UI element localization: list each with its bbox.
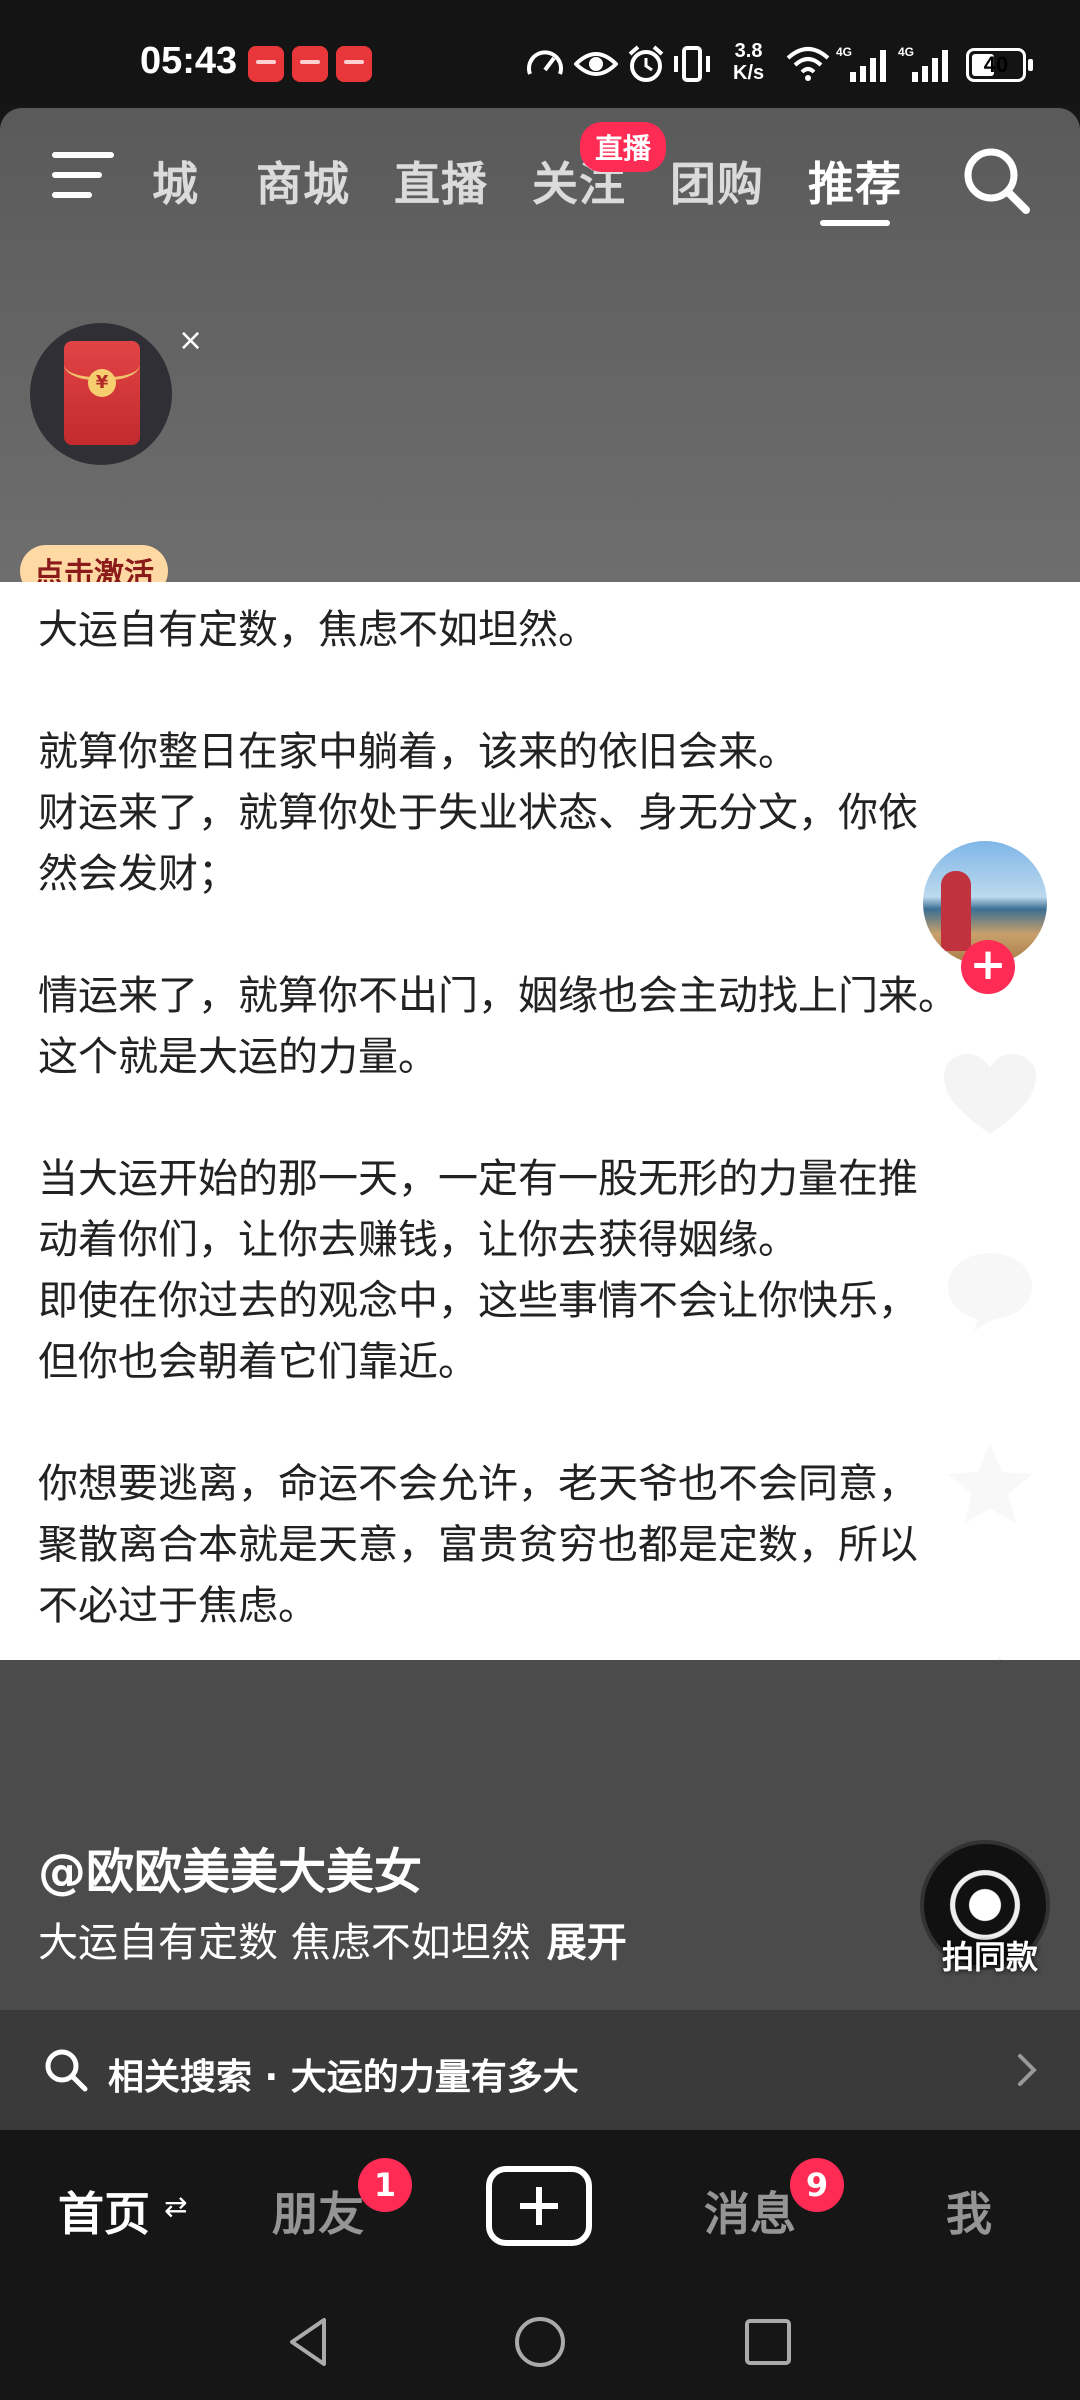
network-speed-unit: K/s [733,62,765,84]
eye-icon [574,52,618,76]
video-info-area: @欧欧美美大美女 大运自有定数 焦虑不如坦然 展开 拍同款 [0,1660,1080,2010]
like-heart-icon[interactable] [940,1050,1040,1140]
recents-icon[interactable] [738,2312,798,2372]
post-text-line [38,661,1068,722]
post-text-line: 情运来了，就算你不出门，姻缘也会主动找上门来。 [38,973,958,1019]
post-text-line: 就算你整日在家中躺着，该来的依旧会来。 [38,729,798,775]
back-icon[interactable] [280,2312,340,2372]
activate-widget[interactable]: ¥ × 点击激活 [20,323,203,603]
swap-icon[interactable]: ⇄ [164,2190,187,2223]
system-nav-bar [0,2280,1080,2400]
vibrate-icon [674,46,710,82]
network-speed: 3.8 K/s [733,40,764,84]
post-text-line [38,905,1068,966]
speedometer-icon [527,50,563,75]
create-button[interactable] [486,2166,592,2246]
related-search-text: 相关搜索 · 大运的力量有多大 [108,2057,579,2098]
home-circle-icon[interactable] [510,2312,570,2372]
signal-4g-icon: 4G [898,45,948,82]
status-bar: 05:43 3.8 K/s 4G 4G 40 [0,0,1080,105]
post-text-line: 这个就是大运的力量。 [38,1034,438,1080]
post-text-body: 大运自有定数，焦虑不如坦然。就算你整日在家中躺着，该来的依旧会来。财运来了，就算… [38,600,1068,1637]
search-icon [45,2049,88,2092]
caption-text: 大运自有定数 焦虑不如坦然 [38,1920,531,1966]
post-text-card[interactable]: 大运自有定数，焦虑不如坦然。就算你整日在家中躺着，该来的依旧会来。财运来了，就算… [0,582,1080,1660]
red-envelope-circle[interactable]: ¥ [30,323,172,465]
battery-icon: 40 [966,48,1033,82]
svg-text:4G: 4G [898,45,914,59]
tab-mall-partial[interactable]: 城 [152,148,199,214]
post-text-line: 财运来了，就算你处于失业状态、身无分文，你依 [38,790,918,836]
tab-recommend[interactable]: 推荐 [808,148,902,214]
post-text-line: 动着你们，让你去赚钱，让你去获得姻缘。 [38,1217,798,1263]
follow-button[interactable]: + [961,940,1015,994]
bottom-nav: 首页 ⇄ 朋友 1 消息 9 我 [0,2130,1080,2280]
post-text-line: 你想要逃离，命运不会允许，老天爷也不会同意， [38,1461,918,1507]
expand-link[interactable]: 展开 [547,1920,627,1966]
post-text-line: 大运自有定数，焦虑不如坦然。 [38,607,598,653]
svg-text:4G: 4G [836,45,852,59]
video-top-area[interactable]: 城 商城 直播 关注 直播 团购 推荐 ¥ × 点击激活 [0,108,1080,597]
tab-mall[interactable]: 商城 [256,148,350,214]
menu-icon[interactable] [52,150,114,200]
post-text-line: 不必过于焦虑。 [38,1583,318,1629]
chevron-right-icon [1018,2054,1037,2086]
caption: 大运自有定数 焦虑不如坦然 展开 [38,1910,627,1968]
comment-count: 1 [980,1356,1000,1391]
related-search-bar[interactable]: 相关搜索 · 大运的力量有多大 [0,2010,1080,2130]
wifi-icon [786,47,830,81]
post-text-line: 但你也会朝着它们靠近。 [38,1339,478,1385]
huawei-app-icon [292,46,328,82]
nav-me[interactable]: 我 [946,2178,992,2244]
network-speed-value: 3.8 [734,40,763,62]
nav-friends[interactable]: 朋友 [272,2178,364,2244]
favorite-count: 32 [970,1558,1010,1593]
tab-live[interactable]: 直播 [394,148,488,214]
same-style-label[interactable]: 拍同款 [920,1932,1060,1978]
post-text-line: 然会发财； [38,851,238,897]
friends-badge: 1 [358,2158,412,2212]
top-nav: 城 商城 直播 关注 直播 团购 推荐 [0,108,1080,238]
huawei-app-icon [248,46,284,82]
post-text-line: 即使在你过去的观念中，这些事情不会让你快乐， [38,1278,918,1324]
messages-badge: 9 [790,2158,844,2212]
alarm-icon [628,45,664,82]
huawei-app-icon [336,46,372,82]
post-text-line [38,1393,1068,1454]
coin-icon: ¥ [88,369,116,397]
search-icon[interactable] [960,144,1034,218]
post-text-line: 当大运开始的那一天，一定有一股无形的力量在推 [38,1156,918,1202]
status-time: 05:43 [140,40,238,82]
close-icon[interactable]: × [178,323,203,358]
post-text-line [38,1088,1068,1149]
red-envelope-icon: ¥ [64,341,140,445]
signal-4g-icon: 4G [836,45,886,82]
comment-icon[interactable] [940,1245,1040,1335]
live-badge: 直播 [580,122,667,172]
tab-group-buy[interactable]: 团购 [670,148,764,214]
battery-percent: 40 [983,52,1009,77]
post-text-line: 聚散离合本就是天意，富贵贫穷也都是定数，所以 [38,1522,918,1568]
favorite-star-icon[interactable] [940,1440,1040,1530]
nav-messages[interactable]: 消息 [704,2178,796,2244]
author-name[interactable]: @欧欧美美大美女 [38,1832,422,1902]
nav-home[interactable]: 首页 [58,2178,150,2244]
active-tab-indicator [820,220,890,226]
